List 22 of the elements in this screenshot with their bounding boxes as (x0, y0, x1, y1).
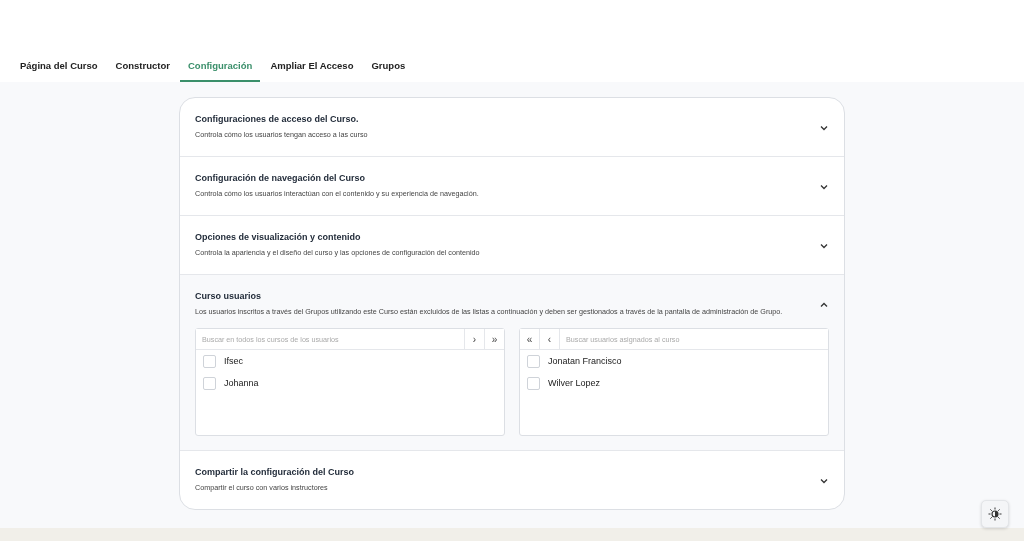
checkbox[interactable] (203, 354, 216, 368)
user-name: Jonatan Francisco (548, 356, 622, 366)
section-title: Configuración de navegación del Curso (195, 173, 367, 183)
user-name: Ifsec (224, 356, 243, 366)
section-title: Opciones de visualización y contenido (195, 232, 362, 242)
user-name: Wilver Lopez (548, 378, 601, 388)
tab[interactable]: Ampliar El Acceso (262, 60, 362, 82)
section-title: Configuraciones de acceso del Curso. (195, 114, 360, 124)
checkbox[interactable] (527, 376, 540, 390)
section-title: Curso usuarios (195, 291, 262, 301)
tab[interactable]: Grupos (363, 60, 414, 82)
theme-toggle-button[interactable] (981, 500, 1009, 528)
tab[interactable]: Configuración (180, 60, 261, 82)
section-title: Compartir la configuración del Curso (195, 467, 356, 477)
user-name: Johanna (224, 378, 259, 388)
move-button[interactable]: » (484, 329, 504, 349)
tab[interactable]: Página del Curso (12, 60, 106, 82)
checkbox[interactable] (203, 376, 216, 390)
tab[interactable]: Constructor (107, 60, 178, 82)
checkbox[interactable] (527, 354, 540, 368)
contrast-icon (988, 507, 1002, 521)
move-button[interactable]: « (520, 329, 540, 349)
